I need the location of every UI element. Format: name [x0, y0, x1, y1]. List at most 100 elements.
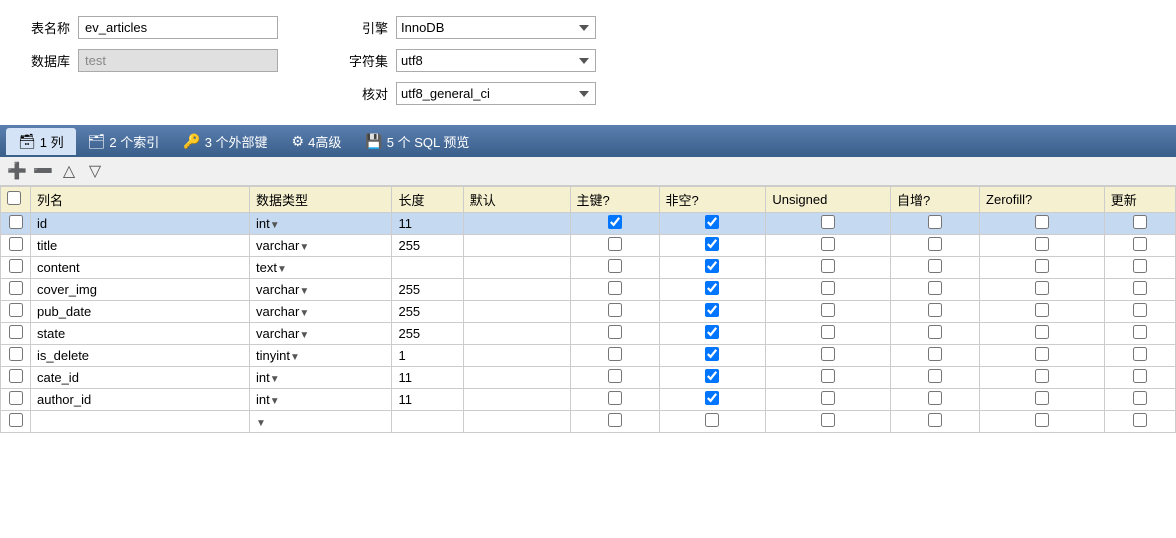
remove-row-button[interactable]: ➖: [32, 160, 54, 182]
collation-select[interactable]: utf8_general_ci utf8_unicode_ci: [396, 82, 596, 105]
type-dropdown-arrow[interactable]: ▼: [270, 220, 280, 231]
column-name-input[interactable]: [37, 282, 147, 297]
not-null-checkbox[interactable]: [705, 347, 719, 361]
unsigned-checkbox[interactable]: [821, 259, 835, 273]
update-checkbox[interactable]: [1133, 347, 1147, 361]
auto-increment-checkbox[interactable]: [928, 259, 942, 273]
type-dropdown-arrow[interactable]: ▼: [277, 264, 287, 275]
not-null-checkbox[interactable]: [705, 325, 719, 339]
zerofill-checkbox[interactable]: [1035, 369, 1049, 383]
not-null-checkbox[interactable]: [705, 237, 719, 251]
move-up-button[interactable]: △: [58, 160, 80, 182]
auto-increment-checkbox[interactable]: [928, 325, 942, 339]
unsigned-checkbox[interactable]: [821, 237, 835, 251]
unsigned-checkbox[interactable]: [821, 281, 835, 295]
auto-increment-checkbox[interactable]: [928, 391, 942, 405]
primary-key-checkbox[interactable]: [608, 369, 622, 383]
row-select-checkbox[interactable]: [9, 369, 23, 383]
not-null-checkbox[interactable]: [705, 413, 719, 427]
not-null-checkbox[interactable]: [705, 281, 719, 295]
auto-increment-checkbox[interactable]: [928, 237, 942, 251]
column-name-input[interactable]: [37, 414, 147, 429]
update-checkbox[interactable]: [1133, 259, 1147, 273]
not-null-checkbox[interactable]: [705, 391, 719, 405]
row-select-checkbox[interactable]: [9, 281, 23, 295]
row-select-checkbox[interactable]: [9, 347, 23, 361]
column-name-input[interactable]: [37, 348, 147, 363]
row-select-checkbox[interactable]: [9, 391, 23, 405]
zerofill-checkbox[interactable]: [1035, 259, 1049, 273]
type-dropdown-arrow[interactable]: ▼: [270, 396, 280, 407]
column-name-input[interactable]: [37, 304, 147, 319]
column-name-input[interactable]: [37, 392, 147, 407]
update-checkbox[interactable]: [1133, 215, 1147, 229]
move-down-button[interactable]: ▽: [84, 160, 106, 182]
unsigned-checkbox[interactable]: [821, 325, 835, 339]
row-select-checkbox[interactable]: [9, 259, 23, 273]
unsigned-checkbox[interactable]: [821, 369, 835, 383]
unsigned-checkbox[interactable]: [821, 303, 835, 317]
table-name-input[interactable]: [78, 16, 278, 39]
row-select-checkbox[interactable]: [9, 303, 23, 317]
primary-key-checkbox[interactable]: [608, 413, 622, 427]
not-null-checkbox[interactable]: [705, 215, 719, 229]
zerofill-checkbox[interactable]: [1035, 391, 1049, 405]
update-checkbox[interactable]: [1133, 281, 1147, 295]
auto-increment-checkbox[interactable]: [928, 369, 942, 383]
type-dropdown-arrow[interactable]: ▼: [290, 352, 300, 363]
type-dropdown-arrow[interactable]: ▼: [270, 374, 280, 385]
add-row-button[interactable]: ➕: [6, 160, 28, 182]
tab-foreign[interactable]: 🔑 3 个外部键: [171, 128, 279, 155]
update-checkbox[interactable]: [1133, 237, 1147, 251]
primary-key-checkbox[interactable]: [608, 391, 622, 405]
tab-advanced[interactable]: ⚙ 4高级: [280, 128, 354, 155]
column-name-input[interactable]: [37, 216, 147, 231]
row-select-checkbox[interactable]: [9, 215, 23, 229]
primary-key-checkbox[interactable]: [608, 259, 622, 273]
update-checkbox[interactable]: [1133, 391, 1147, 405]
update-checkbox[interactable]: [1133, 413, 1147, 427]
column-name-input[interactable]: [37, 370, 147, 385]
zerofill-checkbox[interactable]: [1035, 281, 1049, 295]
not-null-checkbox[interactable]: [705, 369, 719, 383]
zerofill-checkbox[interactable]: [1035, 325, 1049, 339]
unsigned-checkbox[interactable]: [821, 215, 835, 229]
tab-indexes[interactable]: 🗂 2 个索引: [76, 128, 172, 155]
type-dropdown-arrow[interactable]: ▼: [299, 242, 309, 253]
charset-select[interactable]: utf8 utf8mb4 latin1: [396, 49, 596, 72]
primary-key-checkbox[interactable]: [608, 281, 622, 295]
zerofill-checkbox[interactable]: [1035, 347, 1049, 361]
tab-sql[interactable]: 💾 5 个 SQL 预览: [353, 128, 481, 155]
row-select-checkbox[interactable]: [9, 325, 23, 339]
tab-columns[interactable]: 🗃 1 列: [6, 128, 76, 155]
primary-key-checkbox[interactable]: [608, 303, 622, 317]
column-name-input[interactable]: [37, 238, 147, 253]
row-select-checkbox[interactable]: [9, 413, 23, 427]
zerofill-checkbox[interactable]: [1035, 237, 1049, 251]
auto-increment-checkbox[interactable]: [928, 215, 942, 229]
primary-key-checkbox[interactable]: [608, 215, 622, 229]
unsigned-checkbox[interactable]: [821, 413, 835, 427]
not-null-checkbox[interactable]: [705, 259, 719, 273]
zerofill-checkbox[interactable]: [1035, 303, 1049, 317]
row-select-checkbox[interactable]: [9, 237, 23, 251]
primary-key-checkbox[interactable]: [608, 347, 622, 361]
auto-increment-checkbox[interactable]: [928, 413, 942, 427]
unsigned-checkbox[interactable]: [821, 347, 835, 361]
auto-increment-checkbox[interactable]: [928, 303, 942, 317]
column-name-input[interactable]: [37, 326, 147, 341]
update-checkbox[interactable]: [1133, 369, 1147, 383]
select-all-checkbox[interactable]: [7, 191, 21, 205]
unsigned-checkbox[interactable]: [821, 391, 835, 405]
auto-increment-checkbox[interactable]: [928, 281, 942, 295]
engine-select[interactable]: InnoDB MyISAM: [396, 16, 596, 39]
column-name-input[interactable]: [37, 260, 147, 275]
not-null-checkbox[interactable]: [705, 303, 719, 317]
primary-key-checkbox[interactable]: [608, 325, 622, 339]
primary-key-checkbox[interactable]: [608, 237, 622, 251]
update-checkbox[interactable]: [1133, 303, 1147, 317]
zerofill-checkbox[interactable]: [1035, 413, 1049, 427]
update-checkbox[interactable]: [1133, 325, 1147, 339]
type-dropdown-arrow[interactable]: ▼: [299, 286, 309, 297]
type-dropdown-arrow[interactable]: ▼: [299, 308, 309, 319]
